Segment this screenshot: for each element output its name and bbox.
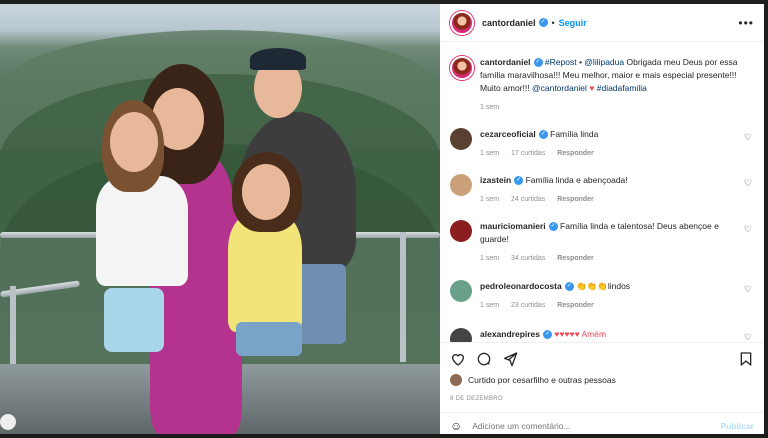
comment-item: izastein ✓ Família linda e abençoada! 1 s… (450, 174, 756, 210)
liked-by-text: Curtido por cesarfilho e outras pessoas (468, 375, 616, 385)
post-header: cantordaniel ✓ • Seguir ••• (440, 4, 764, 42)
comment-body: pedroleonardocosta ✓ 👏👏👏lindos 1 sem 23 c… (480, 280, 738, 312)
header-username[interactable]: cantordaniel (482, 18, 536, 28)
caption: cantordaniel ✓ #Repost • @lilipadua Obrig… (450, 56, 756, 126)
comment-body: alexandrepires ✓ ♥♥♥♥♥ Amém (480, 328, 738, 341)
comment-meta: 1 sem 34 curtidas Responder (480, 252, 738, 265)
comment-username[interactable]: alexandrepires (480, 329, 540, 339)
liked-by[interactable]: Curtido por cesarfilho e outras pessoas (450, 374, 616, 386)
comment-time: 1 sem (480, 302, 500, 309)
caption-meta: 1 sem (480, 101, 738, 114)
action-bar (440, 342, 764, 374)
publish-button[interactable]: Publicar (720, 421, 754, 431)
cap (250, 48, 306, 70)
girl-head (242, 164, 290, 220)
comment-text: ♥♥♥♥♥ Amém (554, 329, 607, 339)
comment-body: izastein ✓ Família linda e abençoada! 1 s… (480, 174, 738, 206)
like-comment-icon[interactable]: ♡ (744, 178, 752, 189)
instagram-post-viewer: cantordaniel ✓ • Seguir ••• cantordaniel… (0, 0, 768, 434)
caption-body: cantordaniel ✓ #Repost • @lilipadua Obrig… (480, 56, 738, 114)
comment-meta: 1 sem 24 curtidas Responder (480, 193, 738, 206)
verified-icon: ✓ (538, 18, 548, 27)
verified-icon: ✓ (564, 282, 574, 292)
comment-username[interactable]: cezarceoficial (480, 129, 536, 139)
verified-icon: ✓ (514, 176, 524, 186)
repost-hashtag[interactable]: #Repost (545, 57, 577, 67)
comment-username[interactable]: pedroleonardocosta (480, 281, 562, 291)
like-icon[interactable] (450, 351, 466, 367)
heart-emoji: ♥ (589, 83, 595, 93)
avatar[interactable] (450, 56, 474, 80)
shorts (236, 322, 302, 356)
caption-time: 1 sem (480, 104, 500, 111)
reply-button[interactable]: Responder (557, 196, 594, 203)
like-comment-icon[interactable]: ♡ (744, 284, 752, 295)
verified-icon: ✓ (538, 130, 548, 140)
avatar[interactable] (450, 280, 472, 302)
emoji-icon[interactable]: ☺ (450, 419, 462, 433)
comment-meta: 1 sem 23 curtidas Responder (480, 299, 738, 312)
comment-text: Família linda (550, 129, 599, 139)
post-date: 8 DE DEZEMBRO (450, 396, 503, 402)
reply-button[interactable]: Responder (557, 150, 594, 157)
comment-item: pedroleonardocosta ✓ 👏👏👏lindos 1 sem 23 c… (450, 280, 756, 316)
post-photo[interactable] (0, 4, 440, 434)
comment-meta: 1 sem 17 curtidas Responder (480, 147, 738, 160)
comment-likes[interactable]: 23 curtidas (511, 302, 545, 309)
verified-icon: ✓ (543, 330, 553, 340)
mention-link[interactable]: @cantordaniel (532, 83, 587, 93)
comment-username[interactable]: mauriciomanieri (480, 221, 546, 231)
comment-text: Família linda e abençoada! (525, 175, 628, 185)
share-icon[interactable] (502, 351, 518, 367)
add-comment-bar: ☺ Publicar (440, 412, 764, 438)
comment-likes[interactable]: 17 curtidas (511, 150, 545, 157)
avatar[interactable] (450, 220, 472, 242)
like-comment-icon[interactable]: ♡ (744, 332, 752, 342)
comments-list[interactable]: cantordaniel ✓ #Repost • @lilipadua Obrig… (440, 42, 764, 342)
avatar (450, 374, 462, 386)
comment-time: 1 sem (480, 255, 500, 262)
comment-item: mauriciomanieri ✓ Família linda e talento… (450, 220, 756, 270)
comment-body: mauriciomanieri ✓ Família linda e talento… (480, 220, 738, 265)
jeans (296, 264, 346, 344)
separator-dot: • (551, 17, 555, 28)
avatar[interactable] (450, 174, 472, 196)
railing-post (400, 232, 406, 362)
save-icon[interactable] (738, 351, 754, 367)
more-icon[interactable]: ••• (738, 16, 754, 30)
comment-body: cezarceoficial ✓ Família linda 1 sem 17 c… (480, 128, 738, 160)
follow-button[interactable]: Seguir (559, 18, 587, 28)
shorts (104, 288, 164, 352)
comment-item: alexandrepires ✓ ♥♥♥♥♥ Amém ♡ (450, 328, 756, 342)
like-comment-icon[interactable]: ♡ (744, 132, 752, 143)
comment-time: 1 sem (480, 196, 500, 203)
verified-icon: ✓ (533, 58, 543, 68)
caption-username[interactable]: cantordaniel (480, 57, 531, 67)
comment-text: 👏👏👏lindos (576, 281, 631, 291)
verified-icon: ✓ (548, 222, 558, 232)
comment-item: cezarceoficial ✓ Família linda 1 sem 17 c… (450, 128, 756, 164)
comment-icon[interactable] (476, 351, 492, 367)
person-girl-left (96, 176, 188, 286)
comment-likes[interactable]: 24 curtidas (511, 196, 545, 203)
hashtag-link[interactable]: #diadafamilia (597, 83, 647, 93)
comment-likes[interactable]: 34 curtidas (511, 255, 545, 262)
comment-username[interactable]: izastein (480, 175, 511, 185)
comment-time: 1 sem (480, 150, 500, 157)
mention-link[interactable]: @lilipadua (584, 57, 624, 67)
comment-input[interactable] (472, 420, 721, 431)
avatar[interactable] (450, 328, 472, 342)
reply-button[interactable]: Responder (557, 255, 594, 262)
like-comment-icon[interactable]: ♡ (744, 224, 752, 235)
post-details-panel: cantordaniel ✓ • Seguir ••• cantordaniel… (440, 4, 764, 434)
avatar[interactable] (450, 10, 474, 35)
girl-head (110, 112, 158, 172)
profile-icon[interactable] (0, 414, 16, 430)
reply-button[interactable]: Responder (557, 302, 594, 309)
avatar[interactable] (450, 128, 472, 150)
